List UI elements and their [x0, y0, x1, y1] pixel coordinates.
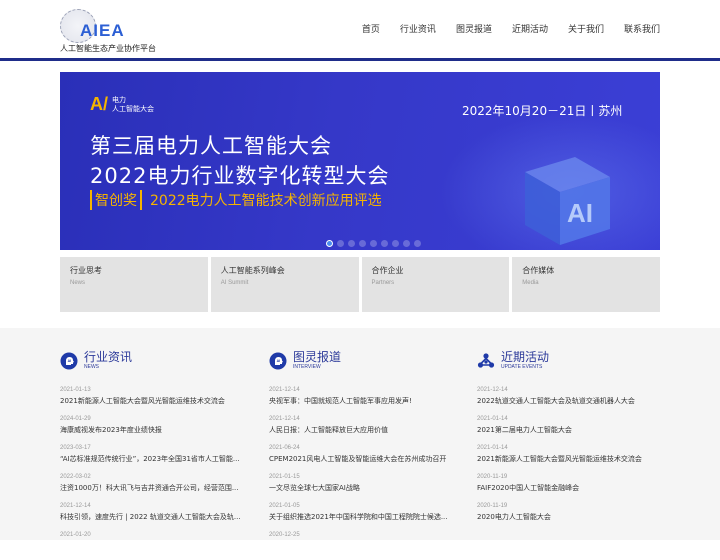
column-header[interactable]: AI 图灵报道 INTERVIEW	[269, 348, 454, 374]
list-item[interactable]: 2021-12-14 2022轨道交通人工智能大会及轨道交通机器人大会	[477, 386, 662, 415]
news-list: 2021-12-14 2022轨道交通人工智能大会及轨道交通机器人大会 2021-…	[477, 386, 662, 531]
list-item[interactable]: 2021-01-20	[60, 531, 245, 560]
news-section: AI 行业资讯 NEWS 2021-01-13 2021新能源人工智能大会暨风光智…	[0, 328, 720, 540]
header-divider	[0, 58, 720, 61]
nav-industry-news[interactable]: 行业资讯	[400, 22, 436, 35]
nav-recent-events[interactable]: 近期活动	[512, 22, 548, 35]
carousel-dot[interactable]	[392, 240, 399, 247]
carousel-dot[interactable]	[359, 240, 366, 247]
nav-home[interactable]: 首页	[362, 22, 380, 35]
column-subtitle: INTERVIEW	[293, 364, 321, 370]
list-item[interactable]: 2020-12-25	[269, 531, 454, 560]
list-item[interactable]: 2021-01-14 2021第二届电力人工智能大会	[477, 415, 662, 444]
conference-logo-mark: A/	[90, 94, 109, 114]
list-item[interactable]: 2021-12-14 人民日报：人工智能释放巨大应用价值	[269, 415, 454, 444]
carousel-dot-active[interactable]	[326, 240, 333, 247]
ai-head-icon: AI	[269, 352, 287, 370]
carousel-dot[interactable]	[348, 240, 355, 247]
nav-contact-us[interactable]: 联系我们	[624, 22, 660, 35]
banner-title-primary: 第三届电力人工智能大会	[90, 134, 332, 158]
column-industry-news: AI 行业资讯 NEWS 2021-01-13 2021新能源人工智能大会暨风光智…	[60, 348, 245, 560]
column-title: 近期活动	[501, 350, 550, 364]
carousel-dot[interactable]	[414, 240, 421, 247]
ai-cube-label: AI	[567, 198, 593, 228]
list-item[interactable]: 2020-11-19 2020电力人工智能大会	[477, 502, 662, 531]
banner-date: 2022年10月20－21日丨苏州	[462, 104, 623, 118]
column-turing-report: AI 图灵报道 INTERVIEW 2021-12-14 央视军事：中国就规范人工…	[269, 348, 454, 560]
list-item[interactable]: 2021-01-05 关于组织推选2021年中国科学院和中国工程院院士候选...	[269, 502, 454, 531]
list-item[interactable]: 2024-01-29 海康威视发布2023年度业绩快报	[60, 415, 245, 444]
network-icon	[477, 353, 495, 368]
card-ai-summit[interactable]: 人工智能系列峰会 AI Summit	[210, 257, 359, 312]
carousel-dot[interactable]	[403, 240, 410, 247]
svg-text:AI: AI	[68, 359, 72, 363]
list-item[interactable]: 2021-12-14 科技引领，速度先行 | 2022 轨道交通人工智能大会及轨.…	[60, 502, 245, 531]
nav-about-us[interactable]: 关于我们	[568, 22, 604, 35]
ai-head-icon: AI	[60, 352, 78, 370]
ai-cube-icon: AI	[525, 157, 610, 245]
card-partners[interactable]: 合作企业 Partners	[361, 257, 510, 312]
award-text: 2022电力人工智能技术创新应用评选	[150, 193, 382, 209]
news-list: 2021-12-14 央视军事：中国就规范人工智能军事应用发声! 2021-12-…	[269, 386, 454, 560]
list-item[interactable]: 2021-01-14 2021新能源人工智能大会暨风光智能运维技术交流会	[477, 444, 662, 473]
list-item[interactable]: 2023-03-17 “AI芯标准规范传统行业”，2023年全国31省市人工智能.…	[60, 444, 245, 473]
news-list: 2021-01-13 2021新能源人工智能大会暨风光智能运维技术交流会 2024…	[60, 386, 245, 560]
card-industry-thinking[interactable]: 行业思考 News	[60, 257, 208, 312]
feature-cards: 行业思考 News 人工智能系列峰会 AI Summit 合作企业 Partne…	[60, 257, 660, 312]
list-item[interactable]: 2021-01-15 一文尽览全球七大国家AI战略	[269, 473, 454, 502]
site-header: AIEA 人工智能生态产业协作平台 首页 行业资讯 图灵报道 近期活动 关于我们…	[0, 0, 720, 60]
carousel-dot[interactable]	[370, 240, 377, 247]
svg-text:AI: AI	[277, 359, 281, 363]
logo-subtitle: 人工智能生态产业协作平台	[60, 44, 156, 53]
conference-logo: A/ 电力 人工智能大会	[90, 94, 154, 115]
column-header[interactable]: 近期活动 UPDATE EVENTS	[477, 348, 662, 374]
carousel-dot[interactable]	[381, 240, 388, 247]
column-subtitle: UPDATE EVENTS	[501, 364, 543, 370]
nav-turing-report[interactable]: 图灵报道	[456, 22, 492, 35]
award-tag: 智创奖	[90, 190, 142, 210]
hero-banner[interactable]: AI A/ 电力 人工智能大会 2022年10月20－21日丨苏州 第三届电力人…	[60, 72, 660, 250]
carousel-dot[interactable]	[337, 240, 344, 247]
banner-title-secondary: 2022电力行业数字化转型大会	[90, 164, 390, 188]
column-title: 图灵报道	[293, 350, 342, 364]
column-subtitle: NEWS	[84, 364, 99, 370]
card-media[interactable]: 合作媒体 Media	[512, 257, 660, 312]
main-nav: 首页 行业资讯 图灵报道 近期活动 关于我们 联系我们	[342, 22, 660, 35]
list-item[interactable]: 2021-01-13 2021新能源人工智能大会暨风光智能运维技术交流会	[60, 386, 245, 415]
logo-text: AIEA	[80, 21, 125, 40]
banner-award: 智创奖 2022电力人工智能技术创新应用评选	[90, 190, 382, 210]
list-item[interactable]: 2022-03-02 注资1000万！科大讯飞与吉井资通合开公司，经营范围...	[60, 473, 245, 502]
column-recent-events: 近期活动 UPDATE EVENTS 2021-12-14 2022轨道交通人工智…	[477, 348, 662, 531]
conference-logo-text: 电力 人工智能大会	[112, 95, 155, 113]
column-title: 行业资讯	[84, 350, 133, 364]
site-logo[interactable]: AIEA 人工智能生态产业协作平台	[58, 8, 168, 54]
column-header[interactable]: AI 行业资讯 NEWS	[60, 348, 245, 374]
list-item[interactable]: 2021-12-14 央视军事：中国就规范人工智能军事应用发声!	[269, 386, 454, 415]
list-item[interactable]: 2020-11-19 FAIF2020中国人工智能金融峰会	[477, 473, 662, 502]
list-item[interactable]: 2021-06-24 CPEM2021风电人工智能及智能运维大会在苏州成功召开	[269, 444, 454, 473]
carousel-dots	[326, 240, 421, 247]
